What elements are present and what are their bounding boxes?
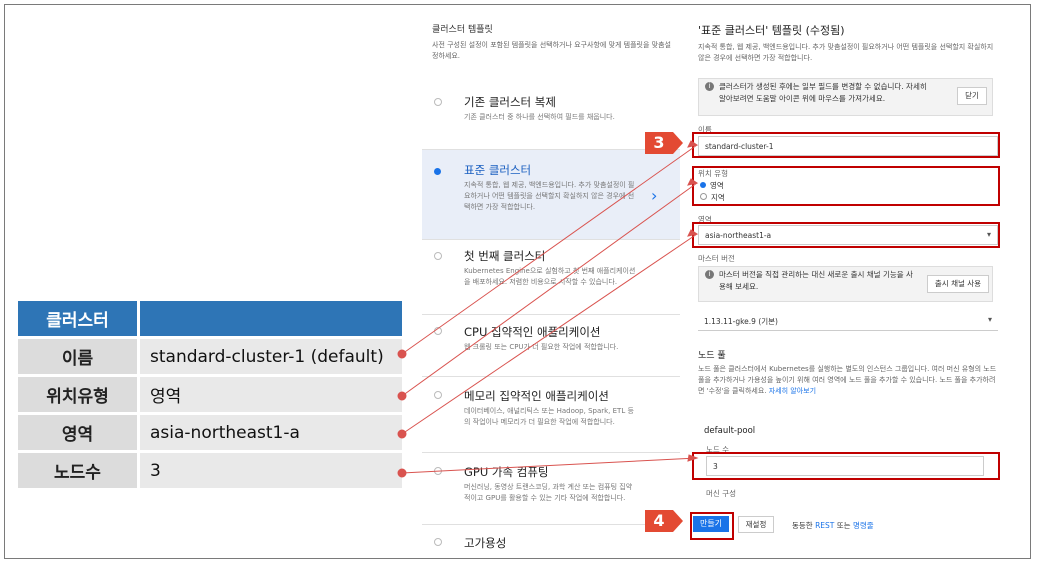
connector-dot — [397, 391, 407, 401]
connector-name — [401, 144, 698, 355]
connector-zone — [401, 233, 698, 435]
connector-node-count — [401, 457, 698, 474]
connector-lines — [397, 140, 699, 478]
connector-dot — [397, 429, 407, 439]
connector-location-type — [401, 182, 698, 397]
connector-dot — [397, 468, 407, 478]
connector-dot — [397, 349, 407, 359]
arrow-head-icon — [687, 454, 699, 462]
